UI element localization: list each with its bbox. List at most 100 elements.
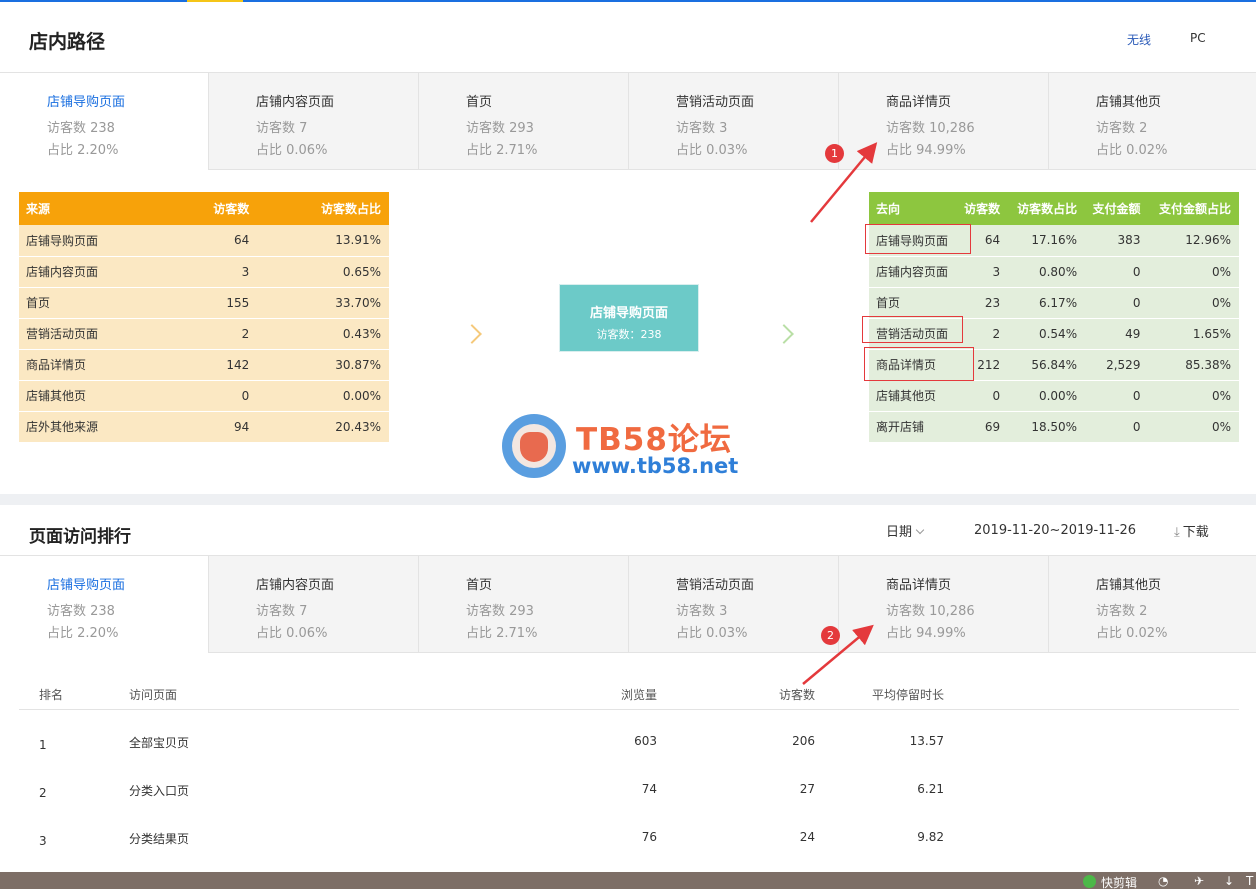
source-table-header: 来源 访客数 访客数占比: [19, 192, 389, 225]
cell-visitors: 155: [172, 287, 258, 319]
tab-marketing[interactable]: 营销活动页面 访客数 3 占比 0.03%: [628, 556, 838, 652]
cell-ratio: 33.70%: [257, 287, 389, 319]
tab-ratio: 占比 0.02%: [1096, 626, 1168, 641]
tab-visitors: 访客数 3: [676, 604, 728, 619]
cell-ratio: 13.91%: [257, 225, 389, 257]
tab-store-other[interactable]: 店铺其他页 访客数 2 占比 0.02%: [1048, 73, 1256, 169]
watermark-url: www.tb58.net: [572, 454, 739, 478]
annotation-badge-1: 1: [825, 144, 844, 163]
cell-payment: 0: [1085, 380, 1149, 412]
tab-marketing[interactable]: 营销活动页面 访客数 3 占比 0.03%: [628, 73, 838, 169]
cell-visitors: 2: [172, 318, 258, 350]
table-row: 店铺内容页面 3 0.80% 0 0%: [869, 256, 1239, 288]
speed-icon[interactable]: ◔: [1158, 874, 1168, 888]
tab-ratio: 占比 94.99%: [886, 626, 966, 641]
cell-ratio: 0.00%: [257, 380, 389, 412]
tab-name: 首页: [466, 578, 493, 593]
table-row: 店铺导购页面 64 13.91%: [19, 225, 389, 257]
device-wireless-tab[interactable]: 无线: [1127, 31, 1151, 48]
chevron-down-icon: [915, 525, 925, 535]
hand-logo-icon: [502, 414, 566, 478]
source-table: 来源 访客数 访客数占比 店铺导购页面 64 13.91% 店铺内容页面 3 0.65%…: [19, 192, 389, 443]
table-row: 店外其他来源 94 20.43%: [19, 411, 389, 443]
table-row: 首页 23 6.17% 0 0%: [869, 287, 1239, 319]
page-type-tabs: 店铺导购页面 访客数 238 占比 2.20% 店铺内容页面 访客数 7 占比 …: [0, 72, 1256, 172]
tab-ratio: 占比 2.20%: [47, 143, 119, 158]
cell-payment-ratio: 0%: [1148, 287, 1239, 319]
tab-product-detail[interactable]: 商品详情页 访客数 10,286 占比 94.99%: [838, 73, 1048, 169]
cell-pageviews: 603: [634, 734, 657, 748]
cell-visitors: 24: [799, 830, 815, 844]
cell-visitors: 3: [958, 256, 1009, 288]
tab-ratio: 占比 0.02%: [1096, 143, 1168, 158]
tab-name: 商品详情页: [886, 95, 952, 110]
taskbar-trailing-label: T: [1246, 874, 1254, 888]
cell-source: 营销活动页面: [19, 318, 173, 350]
rocket-icon[interactable]: ✈: [1194, 874, 1204, 888]
highlight-box: [864, 347, 974, 381]
device-pc-tab[interactable]: PC: [1190, 31, 1206, 45]
tab-ratio: 占比 0.03%: [676, 626, 748, 641]
download-button[interactable]: ⤓ 下载: [1174, 521, 1209, 540]
tab-store-content[interactable]: 店铺内容页面 访客数 7 占比 0.06%: [208, 556, 418, 652]
cell-payment-ratio: 1.65%: [1148, 318, 1239, 350]
tab-homepage[interactable]: 首页 访客数 293 占比 2.71%: [418, 73, 628, 169]
tab-store-content[interactable]: 店铺内容页面 访客数 7 占比 0.06%: [208, 73, 418, 169]
current-page-name: 店铺导购页面: [589, 306, 668, 321]
cell-ratio: 30.87%: [257, 349, 389, 381]
cell-visitors: 27: [799, 782, 815, 796]
cell-destination: 店铺内容页面: [869, 256, 959, 288]
col-visitor-ratio: 访客数占比: [1008, 192, 1086, 225]
tab-visitors: 访客数 293: [466, 121, 534, 136]
cell-page[interactable]: 分类结果页: [129, 830, 189, 847]
tab-homepage[interactable]: 首页 访客数 293 占比 2.71%: [418, 556, 628, 652]
cell-source: 店铺导购页面: [19, 225, 173, 257]
cell-ratio: 20.43%: [257, 411, 389, 443]
col-page: 访问页面: [129, 688, 178, 702]
annotation-badge-2: 2: [821, 626, 840, 645]
tab-visitors: 访客数 10,286: [886, 604, 975, 619]
cell-avg-duration: 6.21: [917, 782, 944, 796]
quick-edit-app-label[interactable]: 快剪辑: [1101, 874, 1137, 889]
cell-payment-ratio: 0%: [1148, 380, 1239, 412]
cell-ratio: 0.80%: [1008, 256, 1086, 288]
page-ranking-card: 页面访问排行 日期 2019-11-20~2019-11-26 ⤓ 下载 店铺导购…: [0, 505, 1256, 872]
tab-visitors: 访客数 7: [256, 604, 308, 619]
tab-name: 营销活动页面: [676, 578, 755, 593]
tab-visitors: 访客数 238: [47, 121, 115, 136]
cell-ratio: 0.00%: [1008, 380, 1086, 412]
table-row: 商品详情页 142 30.87%: [19, 349, 389, 381]
highlight-box: [862, 316, 963, 343]
cell-page[interactable]: 分类入口页: [129, 782, 189, 799]
tab-store-other[interactable]: 店铺其他页 访客数 2 占比 0.02%: [1048, 556, 1256, 652]
date-filter-label: 日期: [886, 525, 913, 540]
ranking-page-type-tabs: 店铺导购页面 访客数 238 占比 2.20% 店铺内容页面 访客数 7 占比 …: [0, 555, 1256, 655]
tab-ratio: 占比 2.71%: [466, 143, 538, 158]
tab-shopping-guide[interactable]: 店铺导购页面 访客数 238 占比 2.20%: [0, 556, 208, 655]
cell-source: 店铺内容页面: [19, 256, 173, 288]
chevron-right-icon: [774, 324, 794, 344]
tab-name: 店铺内容页面: [256, 578, 335, 593]
cell-source: 店铺其他页: [19, 380, 173, 412]
tab-shopping-guide[interactable]: 店铺导购页面 访客数 238 占比 2.20%: [0, 73, 208, 172]
quick-edit-app-icon[interactable]: [1083, 875, 1096, 888]
tab-visitors: 访客数 293: [466, 604, 534, 619]
cell-payment-ratio: 12.96%: [1148, 225, 1239, 257]
forum-watermark: TB58论坛 www.tb58.net: [500, 412, 760, 484]
cell-source: 商品详情页: [19, 349, 173, 381]
cell-payment: 0: [1085, 256, 1149, 288]
date-range: 2019-11-20~2019-11-26: [974, 523, 1136, 538]
cell-rank: 2: [39, 786, 47, 800]
cell-source: 店外其他来源: [19, 411, 173, 443]
cell-payment: 49: [1085, 318, 1149, 350]
highlight-box: [865, 224, 971, 254]
tab-product-detail[interactable]: 商品详情页 访客数 10,286 占比 94.99%: [838, 556, 1048, 652]
cell-page[interactable]: 全部宝贝页: [129, 734, 189, 751]
download-icon: ⤓: [1174, 525, 1180, 540]
col-avg-duration: 平均停留时长: [871, 688, 944, 702]
tab-name: 店铺内容页面: [256, 95, 335, 110]
cell-ratio: 0.43%: [257, 318, 389, 350]
download-arrow-icon[interactable]: ↓: [1224, 874, 1234, 888]
tab-name: 营销活动页面: [676, 95, 755, 110]
date-filter[interactable]: 日期: [886, 521, 925, 540]
